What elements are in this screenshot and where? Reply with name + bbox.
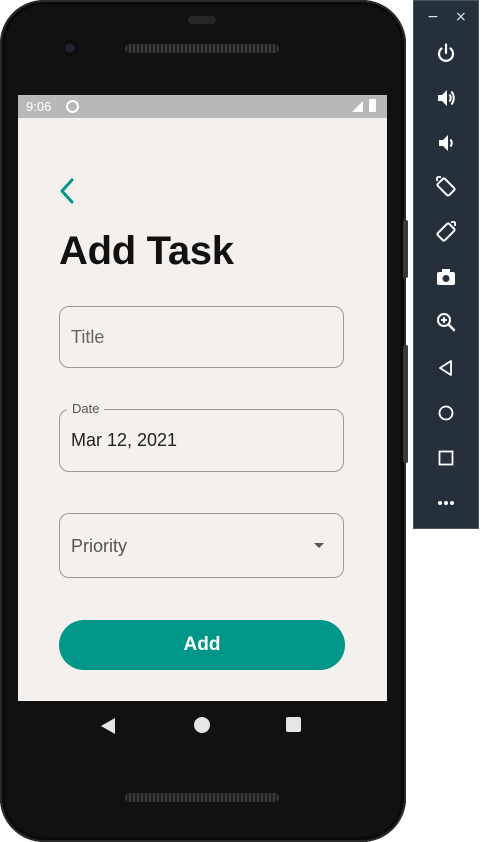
date-value[interactable]: Mar 12, 2021 (71, 430, 177, 451)
add-button[interactable]: Add (59, 620, 345, 670)
minimize-button[interactable]: − (427, 8, 439, 26)
earpiece-speaker (125, 44, 279, 53)
home-icon[interactable] (432, 399, 460, 427)
front-camera (62, 40, 78, 56)
back-icon[interactable] (432, 354, 460, 382)
date-field-label: Date (67, 401, 105, 416)
date-field[interactable]: Date Mar 12, 2021 (59, 401, 344, 472)
more-icon[interactable] (432, 489, 460, 517)
emulator-toolbar: − × (413, 0, 479, 529)
volume-up-icon[interactable] (432, 84, 460, 112)
zoom-icon[interactable] (432, 308, 460, 336)
overview-icon[interactable] (432, 444, 460, 472)
volume-rocker[interactable] (403, 220, 408, 278)
page-title: Add Task (59, 229, 234, 273)
nav-back-icon[interactable] (101, 718, 115, 734)
camera-icon[interactable] (432, 263, 460, 291)
signal-icon (352, 101, 363, 112)
status-time: 9:06 (26, 99, 52, 114)
volume-down-icon[interactable] (432, 129, 460, 157)
title-field[interactable] (59, 306, 344, 368)
back-button[interactable] (56, 178, 78, 204)
phone-frame: 9:06 Add Task Date Mar 12, 2021 Priority… (0, 0, 408, 842)
rotate-right-icon[interactable] (432, 218, 460, 246)
title-input[interactable] (71, 307, 331, 367)
priority-placeholder: Priority (71, 536, 128, 556)
rotate-left-icon[interactable] (432, 173, 460, 201)
top-slit (188, 16, 216, 24)
close-button[interactable]: × (455, 8, 467, 26)
status-bar: 9:06 (18, 95, 387, 118)
nav-overview-icon[interactable] (286, 717, 301, 732)
priority-dropdown[interactable]: Priority (59, 513, 344, 578)
battery-icon (369, 99, 376, 112)
power-side-button[interactable] (403, 345, 408, 463)
dropdown-arrow-icon (314, 543, 324, 548)
data-saver-icon (66, 100, 79, 113)
nav-home-icon[interactable] (194, 717, 210, 733)
chevron-left-icon (60, 178, 74, 204)
screen: 9:06 Add Task Date Mar 12, 2021 Priority… (18, 95, 387, 701)
bottom-speaker (125, 793, 279, 802)
power-icon[interactable] (432, 39, 460, 67)
